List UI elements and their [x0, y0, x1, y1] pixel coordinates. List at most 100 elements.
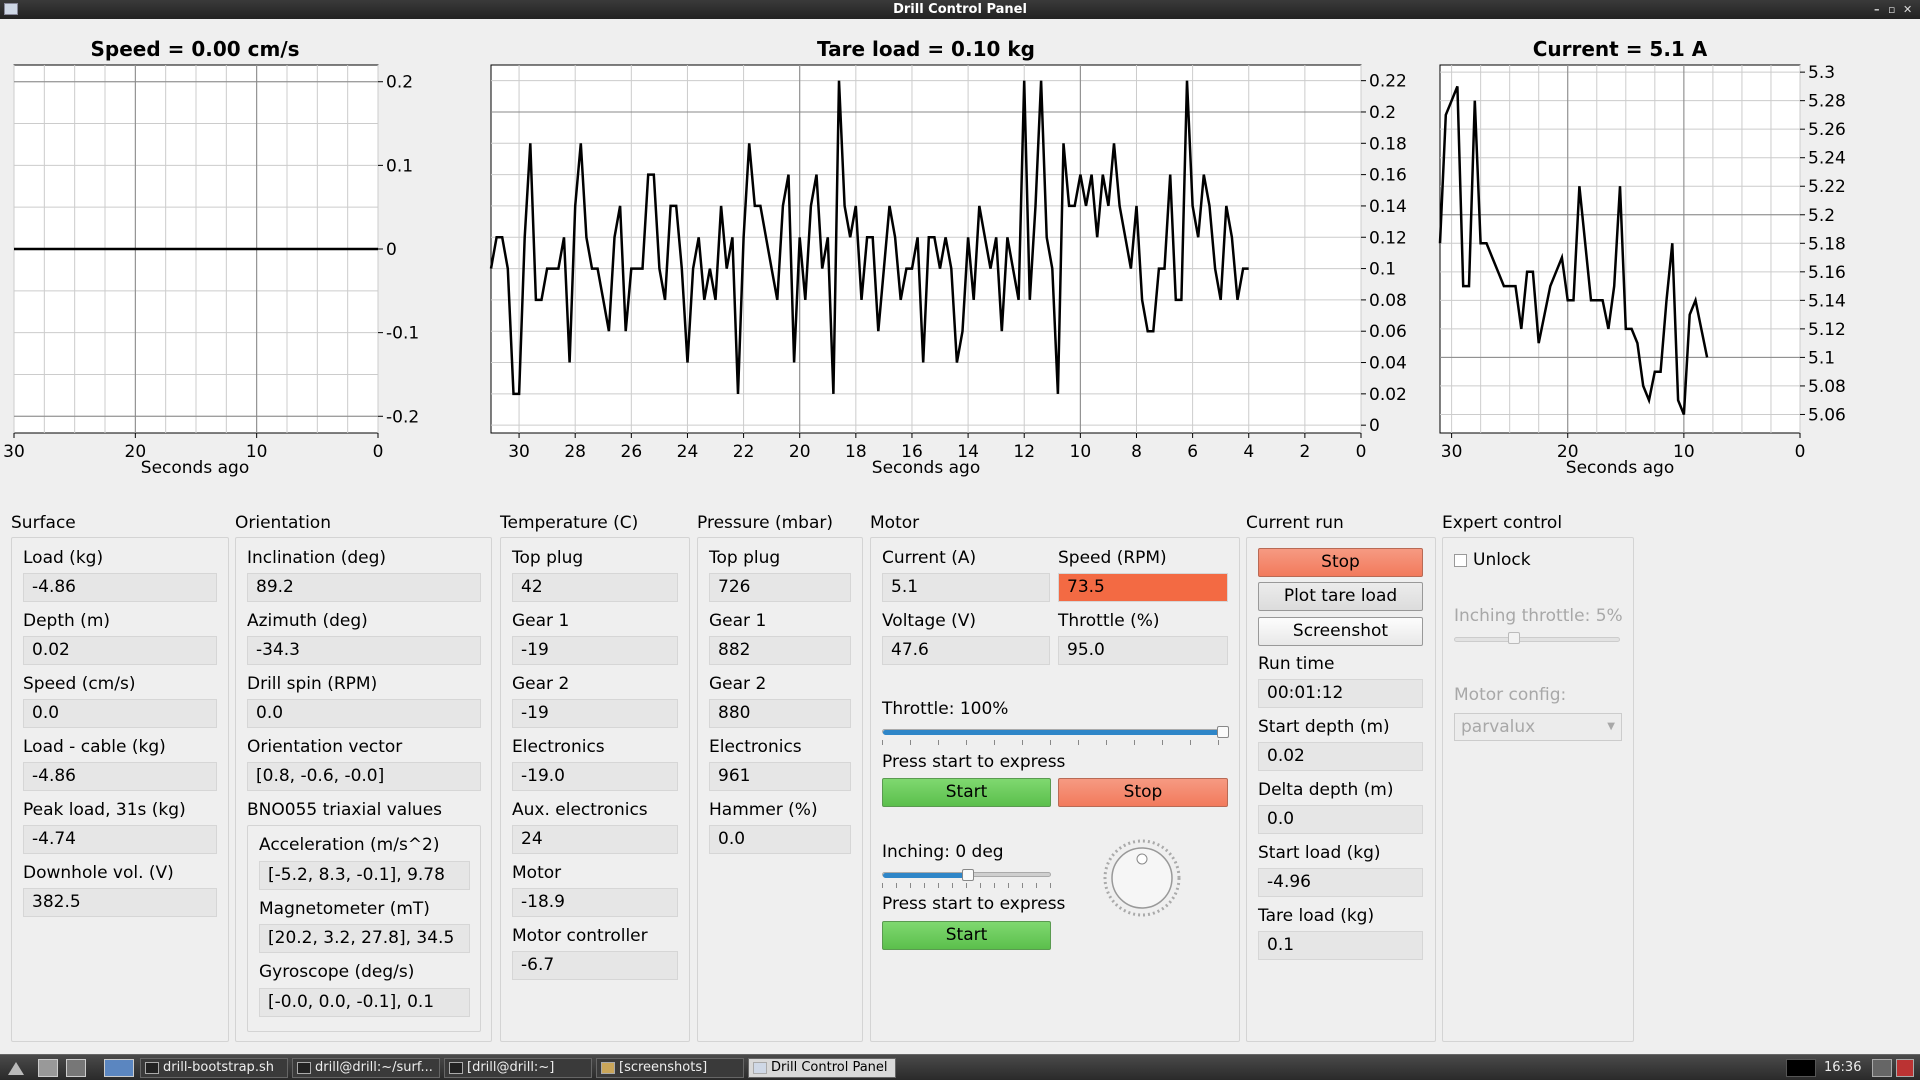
current-chart-xlabel: Seconds ago	[1565, 458, 1675, 478]
y-tick-label: 5.26	[1808, 120, 1846, 140]
surface-value-5: 382.5	[23, 888, 217, 917]
throttle-slider-handle[interactable]	[1217, 726, 1229, 738]
file-manager-icon[interactable]	[38, 1059, 58, 1077]
motor-group-title: Motor	[870, 513, 920, 533]
y-tick-label: -0.2	[386, 407, 419, 427]
temperature-value-3: -19.0	[512, 762, 678, 791]
y-tick-label: 0.12	[1369, 228, 1407, 248]
task-terminal-home[interactable]: [drill@drill:~]	[444, 1058, 592, 1078]
task-terminal-surf[interactable]: drill@drill:~/surf...	[292, 1058, 440, 1078]
motor-config-label: Motor config:	[1454, 685, 1567, 705]
surface-value-3: -4.86	[23, 762, 217, 791]
run-group-title: Current run	[1246, 513, 1344, 533]
motor-current-label: Current (A)	[882, 548, 977, 568]
motor-start-button[interactable]: Start	[882, 778, 1051, 807]
chevron-down-icon: ▼	[1607, 721, 1615, 732]
magnetometer-value: [20.2, 3.2, 27.8], 34.5	[259, 924, 470, 953]
temperature-label-5: Motor	[512, 863, 562, 883]
azimuth-value: -34.3	[247, 636, 481, 665]
motor-speed-label: Speed (RPM)	[1058, 548, 1167, 568]
cpu-monitor	[1786, 1059, 1816, 1077]
unlock-label[interactable]: Unlock	[1473, 550, 1531, 570]
power-icon[interactable]	[1896, 1059, 1914, 1077]
run-label-0: Run time	[1258, 654, 1335, 674]
run-stop-button[interactable]: Stop	[1258, 548, 1423, 577]
y-tick-label: 5.06	[1808, 405, 1846, 425]
motor-voltage-label: Voltage (V)	[882, 611, 977, 631]
inching-slider-ticks	[882, 883, 1051, 888]
temperature-label-4: Aux. electronics	[512, 800, 648, 820]
windows-icon[interactable]	[66, 1059, 86, 1077]
y-tick-label: 5.28	[1808, 92, 1846, 112]
inching-throttle-slider-handle[interactable]	[1507, 632, 1520, 644]
motor-throttle-label: Throttle (%)	[1058, 611, 1160, 631]
inching-dial-knob[interactable]	[1102, 838, 1182, 918]
desktop-icon[interactable]	[104, 1059, 134, 1077]
orientation-vector-value: [0.8, -0.6, -0.0]	[247, 762, 481, 791]
maximize-icon[interactable]: ▫	[1888, 0, 1895, 19]
pressure-label-1: Gear 1	[709, 611, 767, 631]
motor-config-select[interactable]: parvalux ▼	[1454, 713, 1622, 741]
pressure-label-4: Hammer (%)	[709, 800, 818, 820]
start-menu-icon[interactable]	[6, 1059, 26, 1077]
current-chart: 30 20 10 05.35.285.265.245.225.25.185.165.1…	[1438, 63, 1846, 462]
task-drill-bootstrap[interactable]: drill-bootstrap.sh	[140, 1058, 288, 1078]
surface-value-0: -4.86	[23, 573, 217, 602]
gyroscope-label: Gyroscope (deg/s)	[259, 962, 415, 982]
y-tick-label: 0.1	[1369, 260, 1396, 280]
display-icon[interactable]	[1872, 1059, 1892, 1077]
inching-slider-handle[interactable]	[961, 869, 974, 881]
run-label-3: Start load (kg)	[1258, 843, 1381, 863]
magnetometer-label: Magnetometer (mT)	[259, 899, 430, 919]
pressure-value-1: 882	[709, 636, 851, 665]
bno-group-title: BNO055 triaxial values	[247, 800, 443, 820]
motor-speed-value: 73.5	[1058, 573, 1228, 602]
temperature-label-1: Gear 1	[512, 611, 570, 631]
task-drill-control-panel[interactable]: Drill Control Panel	[748, 1058, 896, 1078]
surface-label-2: Speed (cm/s)	[23, 674, 136, 694]
inching-slider-fill	[883, 873, 966, 878]
minimize-icon[interactable]: –	[1874, 0, 1880, 19]
surface-value-4: -4.74	[23, 825, 217, 854]
temperature-label-6: Motor controller	[512, 926, 648, 946]
press-start-hint-1: Press start to express	[882, 752, 1066, 772]
y-tick-label: 5.3	[1808, 63, 1835, 83]
inching-label: Inching: 0 deg	[882, 842, 1004, 862]
y-tick-label: 0.14	[1369, 197, 1407, 217]
gyroscope-value: [-0.0, 0.0, -0.1], 0.1	[259, 988, 470, 1017]
orientation-vector-label: Orientation vector	[247, 737, 403, 757]
pressure-label-2: Gear 2	[709, 674, 767, 694]
throttle-slider-fill	[883, 730, 1221, 735]
surface-label-4: Peak load, 31s (kg)	[23, 800, 186, 820]
expert-group-title: Expert control	[1442, 513, 1563, 533]
temperature-value-4: 24	[512, 825, 678, 854]
y-tick-label: 0	[386, 240, 397, 260]
motor-stop-button[interactable]: Stop	[1058, 778, 1228, 807]
y-tick-label: 0.04	[1369, 354, 1407, 374]
temperature-value-0: 42	[512, 573, 678, 602]
azimuth-label: Azimuth (deg)	[247, 611, 368, 631]
window-title: Drill Control Panel	[893, 2, 1027, 17]
press-start-hint-2: Press start to express	[882, 894, 1066, 914]
screenshot-button[interactable]: Screenshot	[1258, 617, 1423, 646]
pressure-group-title: Pressure (mbar)	[697, 513, 834, 533]
run-value-2: 0.0	[1258, 805, 1423, 834]
close-icon[interactable]: ✕	[1903, 0, 1912, 19]
run-label-1: Start depth (m)	[1258, 717, 1390, 737]
run-value-1: 0.02	[1258, 742, 1423, 771]
throttle-slider-label: Throttle: 100%	[882, 699, 1009, 719]
inching-throttle-label: Inching throttle: 5%	[1454, 606, 1623, 626]
plot-tare-load-button[interactable]: Plot tare load	[1258, 582, 1423, 611]
inching-throttle-slider-groove[interactable]	[1454, 637, 1620, 642]
unlock-checkbox[interactable]	[1454, 554, 1467, 567]
surface-label-3: Load - cable (kg)	[23, 737, 166, 757]
surface-label-0: Load (kg)	[23, 548, 104, 568]
surface-value-1: 0.02	[23, 636, 217, 665]
task-screenshots[interactable]: [screenshots]	[596, 1058, 744, 1078]
temperature-value-5: -18.9	[512, 888, 678, 917]
pressure-value-4: 0.0	[709, 825, 851, 854]
tare-load-chart: 30 28 26 24 22 20 18 16 14 12 10 8 6 4 2 00.220.20.180.…	[489, 64, 1407, 462]
speed-chart-xlabel: Seconds ago	[140, 458, 250, 478]
throttle-slider-ticks	[882, 740, 1228, 745]
inching-start-button[interactable]: Start	[882, 921, 1051, 950]
